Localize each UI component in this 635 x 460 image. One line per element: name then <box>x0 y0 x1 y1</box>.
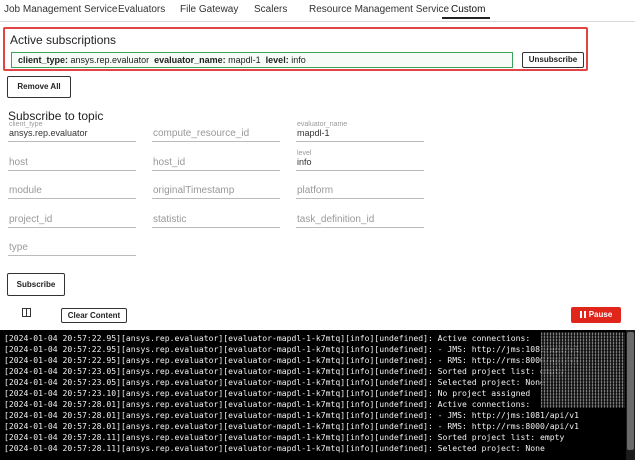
log-line: [2024-01-04 20:57:23.05][ansys.rep.evalu… <box>4 377 545 387</box>
task-definition-id-field[interactable]: task_definition_id <box>296 210 424 228</box>
project-id-placeholder: project_id <box>9 214 53 225</box>
original-timestamp-field[interactable]: originalTimestamp <box>152 181 280 199</box>
tab-custom[interactable]: Custom <box>451 4 485 15</box>
log-console[interactable]: [2024-01-04 20:57:22.95][ansys.rep.evalu… <box>0 330 635 460</box>
host-id-placeholder: host_id <box>153 157 186 168</box>
service-tabs: Job Management Service Evaluators File G… <box>0 0 635 22</box>
log-line: [2024-01-04 20:57:22.95][ansys.rep.evalu… <box>4 344 579 354</box>
statistic-field[interactable]: statistic <box>152 210 280 228</box>
platform-field[interactable]: platform <box>296 181 424 199</box>
client-type-field[interactable]: client_type ansys.rep.evaluator <box>8 121 136 142</box>
log-line: [2024-01-04 20:57:22.95][ansys.rep.evalu… <box>4 355 579 365</box>
module-field[interactable]: module <box>8 181 136 199</box>
evaluator-name-label: evaluator_name <box>297 121 348 128</box>
type-field[interactable]: type <box>8 238 136 256</box>
host-id-field[interactable]: host_id <box>152 153 280 171</box>
level-value: info <box>297 157 312 167</box>
active-subscriptions-title: Active subscriptions <box>10 33 117 47</box>
active-tab-indicator <box>442 17 490 19</box>
log-line: [2024-01-04 20:57:23.10][ansys.rep.evalu… <box>4 388 531 398</box>
remove-all-button[interactable]: Remove All <box>7 76 71 98</box>
log-line: [2024-01-04 20:57:23.05][ansys.rep.evalu… <box>4 366 565 376</box>
pause-button-label: Pause <box>588 310 613 319</box>
host-placeholder: host <box>9 157 28 168</box>
level-label: level <box>297 150 312 157</box>
evaluator-name-value: mapdl-1 <box>297 128 330 138</box>
active-subscriptions-panel: Active subscriptions client_type: ansys.… <box>3 27 588 71</box>
clear-content-button[interactable]: Clear Content <box>61 308 127 323</box>
module-placeholder: module <box>9 185 42 196</box>
console-scrollbar-thumb[interactable] <box>627 332 634 450</box>
tab-scalers[interactable]: Scalers <box>254 4 287 15</box>
tab-evaluators[interactable]: Evaluators <box>118 4 165 15</box>
subscribe-button[interactable]: Subscribe <box>7 273 65 296</box>
tab-file-gateway[interactable]: File Gateway <box>180 4 238 15</box>
client-type-value: ansys.rep.evaluator <box>9 128 88 138</box>
pause-button[interactable]: Pause <box>571 307 621 323</box>
platform-placeholder: platform <box>297 185 334 196</box>
compute-resource-id-field[interactable]: compute_resource_id <box>152 124 280 142</box>
log-line: [2024-01-04 20:57:22.95][ansys.rep.evalu… <box>4 333 531 343</box>
client-type-label: client_type <box>9 121 43 128</box>
original-timestamp-placeholder: originalTimestamp <box>153 185 235 196</box>
unsubscribe-button[interactable]: Unsubscribe <box>522 52 584 68</box>
log-line: [2024-01-04 20:57:28.01][ansys.rep.evalu… <box>4 399 531 409</box>
evaluator-name-field[interactable]: evaluator_name mapdl-1 <box>296 121 424 142</box>
host-field[interactable]: host <box>8 153 136 171</box>
subscription-value-client-type: ansys.rep.evaluator <box>70 55 150 65</box>
subscription-key-level: level: <box>265 55 289 65</box>
level-field[interactable]: level info <box>296 150 424 171</box>
subscription-key-evaluator-name: evaluator_name: <box>154 55 226 65</box>
statistic-placeholder: statistic <box>153 214 187 225</box>
console-scrollbar[interactable] <box>626 330 635 460</box>
subscription-value-level: info <box>291 55 306 65</box>
subscription-value-evaluator-name: mapdl-1 <box>228 55 261 65</box>
subscription-key-client-type: client_type: <box>18 55 69 65</box>
toggle-panel-icon[interactable] <box>22 308 31 317</box>
log-line: [2024-01-04 20:57:28.01][ansys.rep.evalu… <box>4 421 579 431</box>
pause-icon <box>579 311 586 318</box>
log-line: [2024-01-04 20:57:28.01][ansys.rep.evalu… <box>4 410 579 420</box>
log-line: [2024-01-04 20:57:28.11][ansys.rep.evalu… <box>4 443 545 453</box>
tab-job-management-service[interactable]: Job Management Service <box>4 4 117 15</box>
compute-resource-id-placeholder: compute_resource_id <box>153 128 250 139</box>
project-id-field[interactable]: project_id <box>8 210 136 228</box>
log-line: [2024-01-04 20:57:28.11][ansys.rep.evalu… <box>4 432 565 442</box>
tab-resource-management-service[interactable]: Resource Management Service <box>309 4 449 15</box>
type-placeholder: type <box>9 242 28 253</box>
subscription-item: client_type: ansys.rep.evaluator evaluat… <box>11 52 513 68</box>
task-definition-id-placeholder: task_definition_id <box>297 214 375 225</box>
console-minimap-overlay <box>541 332 625 408</box>
